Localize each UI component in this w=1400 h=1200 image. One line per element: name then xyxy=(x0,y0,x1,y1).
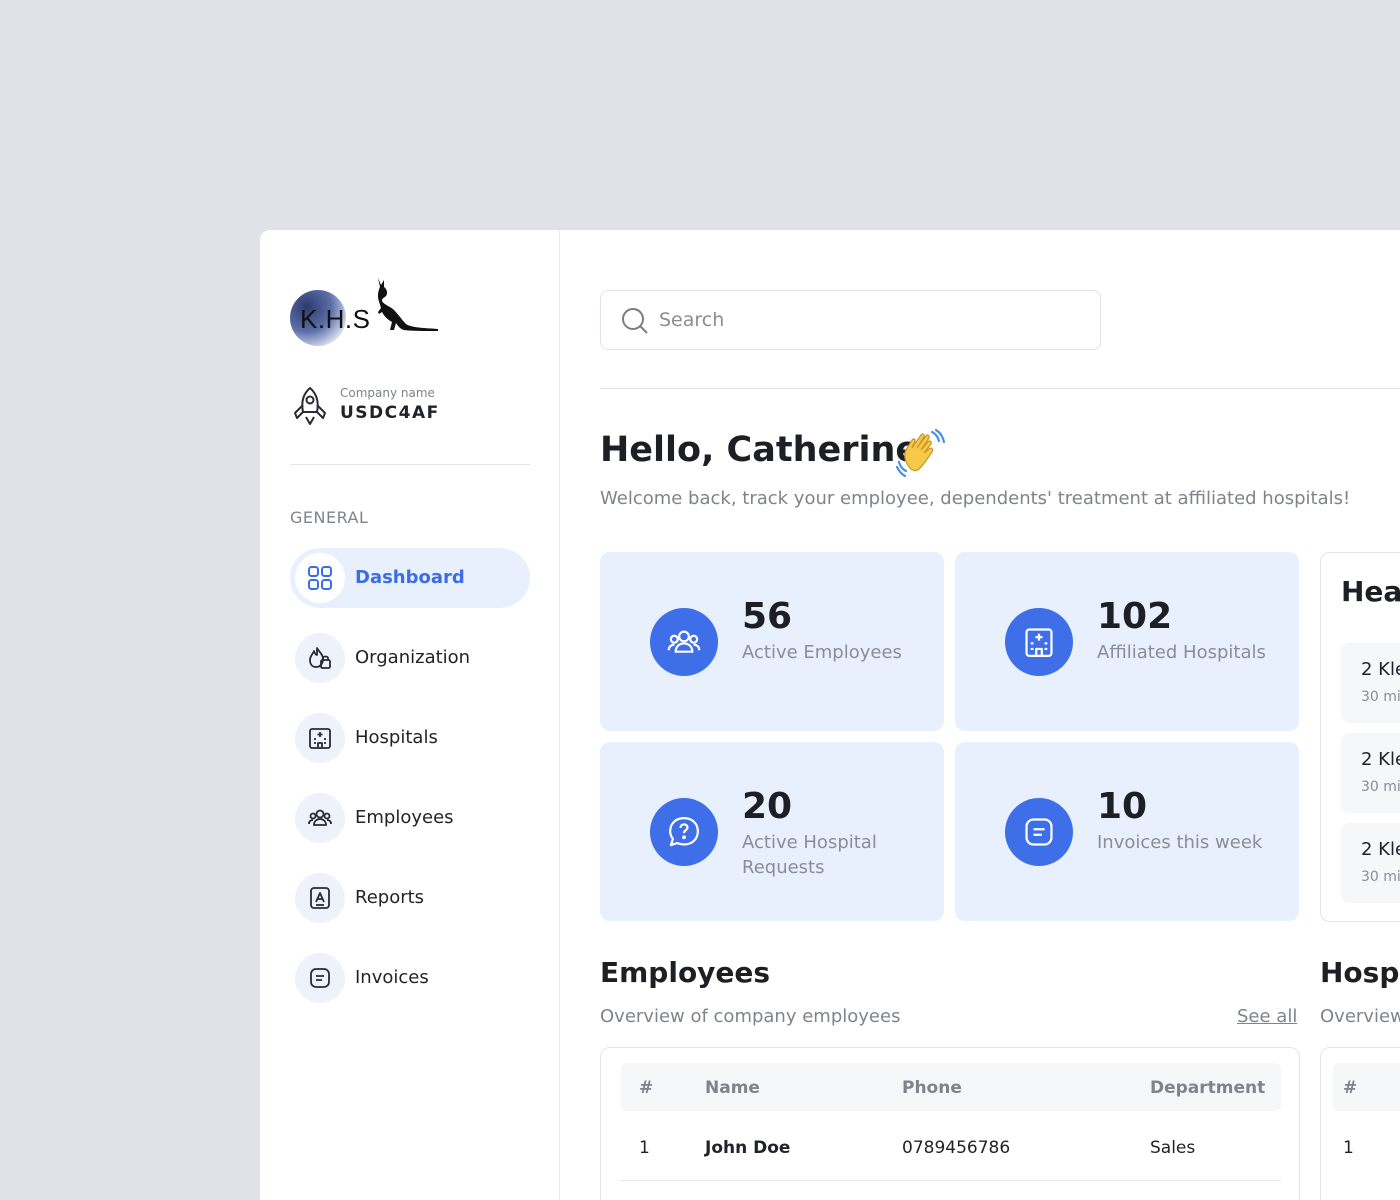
table-header: # xyxy=(1333,1063,1400,1111)
company-info: Company name USDC4AF xyxy=(290,382,530,432)
sidebar-item-employees[interactable]: Employees xyxy=(290,788,530,848)
stat-label: Invoices this week xyxy=(1097,832,1263,853)
table-row[interactable]: 1 John Doe 0789456786 Sales xyxy=(621,1123,1281,1181)
hospital-building-icon xyxy=(295,713,345,763)
stat-label: Active Hospital Requests xyxy=(742,832,877,878)
sidebar-nav: Dashboard Organization Hospitals Employe… xyxy=(290,548,530,1028)
hospitals-section-subtitle: Overview xyxy=(1320,1006,1400,1027)
see-all-employees-link[interactable]: See all xyxy=(1237,1006,1297,1027)
search-box[interactable] xyxy=(600,290,1101,350)
waving-hand-icon xyxy=(896,428,946,478)
dashboard-grid-icon xyxy=(295,553,345,603)
employees-section-title: Employees xyxy=(600,956,771,989)
stat-value: 20 xyxy=(742,786,793,827)
employees-table: # Name Phone Department 1 John Doe 07894… xyxy=(600,1047,1300,1200)
main-content: Hello, Catherine Welcome back, track you… xyxy=(560,230,1400,1200)
logo-text: K.H.S xyxy=(300,304,371,334)
table-header: # Name Phone Department xyxy=(621,1063,1281,1111)
column-header-phone: Phone xyxy=(902,1078,962,1098)
users-group-icon xyxy=(295,793,345,843)
report-icon xyxy=(295,873,345,923)
kangaroo-icon xyxy=(378,278,438,331)
search-icon xyxy=(622,308,648,334)
header-divider xyxy=(600,388,1400,389)
stat-label: Affiliated Hospitals xyxy=(1097,642,1266,663)
stat-card-active-employees[interactable]: 56 Active Employees xyxy=(600,552,944,731)
stat-value: 102 xyxy=(1097,596,1173,637)
users-group-icon xyxy=(650,608,718,676)
sidebar-item-reports[interactable]: Reports xyxy=(290,868,530,928)
list-item-time: 30 mi xyxy=(1361,869,1400,885)
stat-card-hospital-requests[interactable]: 20 Active Hospital Requests xyxy=(600,742,944,921)
cell-department: Sales xyxy=(1150,1138,1196,1158)
greeting-title: Hello, Catherine xyxy=(600,430,920,470)
cell-name: John Doe xyxy=(705,1138,791,1158)
list-item-title: 2 Kle xyxy=(1361,659,1400,680)
sidebar-item-dashboard[interactable]: Dashboard xyxy=(290,548,530,608)
search-input[interactable] xyxy=(659,306,1079,334)
list-item-time: 30 mi xyxy=(1361,779,1400,795)
company-label: Company name xyxy=(340,386,435,400)
list-item-time: 30 mi xyxy=(1361,689,1400,705)
sidebar-item-hospitals[interactable]: Hospitals xyxy=(290,708,530,768)
health-panel-title: Heal xyxy=(1341,575,1400,608)
stat-card-affiliated-hospitals[interactable]: 102 Affiliated Hospitals xyxy=(955,552,1299,731)
question-chat-icon xyxy=(650,798,718,866)
stat-value: 56 xyxy=(742,596,793,637)
list-item[interactable]: 2 Kle 30 mi xyxy=(1341,823,1400,903)
sidebar-item-label: Reports xyxy=(355,887,425,908)
cell-phone: 0789456786 xyxy=(902,1138,1011,1158)
list-item-title: 2 Kle xyxy=(1361,839,1400,860)
sidebar-item-label: Dashboard xyxy=(355,567,465,588)
sidebar-item-label: Employees xyxy=(355,807,454,828)
organization-icon xyxy=(295,633,345,683)
brand-logo[interactable]: K.H.S xyxy=(290,276,450,346)
invoice-icon xyxy=(295,953,345,1003)
sidebar-item-invoices[interactable]: Invoices xyxy=(290,948,530,1008)
sidebar-divider xyxy=(290,464,530,465)
hospital-building-icon xyxy=(1005,608,1073,676)
sidebar-item-organization[interactable]: Organization xyxy=(290,628,530,688)
stat-value: 10 xyxy=(1097,786,1148,827)
health-panel: Heal 2 Kle 30 mi 2 Kle 30 mi 2 Kle 30 mi xyxy=(1320,552,1400,922)
rocket-icon xyxy=(294,387,326,425)
company-name: USDC4AF xyxy=(340,403,440,423)
employees-section-subtitle: Overview of company employees xyxy=(600,1006,901,1027)
column-header-number: # xyxy=(639,1078,654,1098)
stat-label: Active Employees xyxy=(742,642,902,663)
app-window: K.H.S Company name USDC4AF GENERAL Dashb… xyxy=(260,230,1400,1200)
sidebar: K.H.S Company name USDC4AF GENERAL Dashb… xyxy=(260,230,560,1200)
hospitals-table: # 1 xyxy=(1320,1047,1400,1200)
cell-number: 1 xyxy=(639,1138,650,1158)
list-item[interactable]: 2 Kle 30 mi xyxy=(1341,733,1400,813)
sidebar-item-label: Invoices xyxy=(355,967,429,988)
column-header-department: Department xyxy=(1150,1078,1266,1098)
invoice-icon xyxy=(1005,798,1073,866)
table-row[interactable]: 1 xyxy=(1333,1123,1400,1181)
greeting-subtitle: Welcome back, track your employee, depen… xyxy=(600,488,1351,509)
sidebar-item-label: Hospitals xyxy=(355,727,438,748)
list-item[interactable]: 2 Kle 30 mi xyxy=(1341,643,1400,723)
stat-card-invoices[interactable]: 10 Invoices this week xyxy=(955,742,1299,921)
list-item-title: 2 Kle xyxy=(1361,749,1400,770)
column-header-number: # xyxy=(1343,1078,1358,1098)
cell-number: 1 xyxy=(1343,1138,1354,1158)
sidebar-item-label: Organization xyxy=(355,647,471,668)
hospitals-section-title: Hospi xyxy=(1320,956,1400,989)
nav-section-label: GENERAL xyxy=(290,508,369,527)
column-header-name: Name xyxy=(705,1078,760,1098)
